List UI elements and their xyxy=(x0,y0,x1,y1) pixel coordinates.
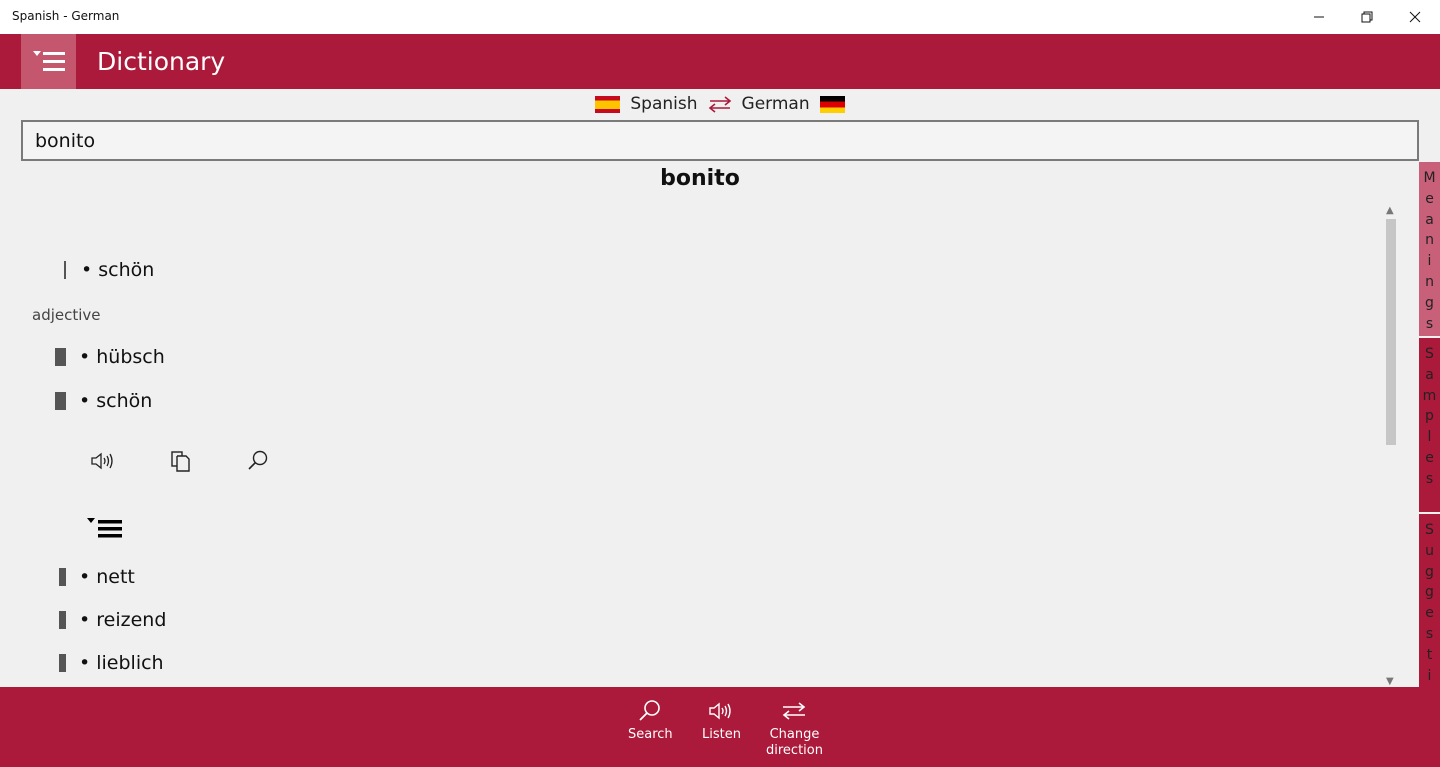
part-of-speech-label: adjective xyxy=(32,306,101,324)
scroll-up-arrow-icon[interactable]: ▲ xyxy=(1386,205,1394,216)
tab-letter: p xyxy=(1425,408,1434,425)
search-icon xyxy=(248,450,268,470)
tab-letter: i xyxy=(1427,253,1432,270)
list-item[interactable]: • hübsch xyxy=(55,346,165,368)
scroll-thumb[interactable] xyxy=(1386,219,1396,445)
hamburger-menu-button[interactable] xyxy=(21,34,76,89)
frequency-bar xyxy=(55,392,66,410)
listen-button[interactable]: Listen xyxy=(702,699,741,743)
target-language: German xyxy=(741,94,810,114)
translation-text: • hübsch xyxy=(79,346,165,368)
search-button-label: Search xyxy=(628,727,673,742)
swap-arrows-icon xyxy=(783,702,806,720)
tab-letter: n xyxy=(1425,232,1434,249)
change-direction-button[interactable]: Change direction xyxy=(766,699,823,759)
tab-letter: a xyxy=(1425,211,1434,228)
speaker-icon xyxy=(91,452,113,470)
restore-button[interactable] xyxy=(1344,0,1390,34)
change-direction-label-line2: direction xyxy=(766,743,823,758)
list-item[interactable]: • lieblich xyxy=(57,652,164,674)
frequency-bar xyxy=(55,348,66,366)
scroll-down-arrow-icon[interactable]: ▼ xyxy=(1386,676,1394,687)
change-direction-label-line1: Change xyxy=(769,727,820,742)
tab-letter: i xyxy=(1427,667,1432,684)
copy-icon xyxy=(171,451,190,472)
tab-letter: g xyxy=(1425,584,1434,601)
window-title: Spanish - German xyxy=(12,9,120,23)
minimize-icon xyxy=(1314,16,1324,18)
listen-button-label: Listen xyxy=(702,727,741,742)
tab-letter: n xyxy=(1425,273,1434,290)
list-item[interactable]: • schön xyxy=(55,390,152,412)
tab-letter: S xyxy=(1425,346,1434,362)
tab-letter: t xyxy=(1426,646,1433,663)
tab-suggestions[interactable]: S u g g e s t i o n s xyxy=(1419,514,1440,687)
tab-letter: m xyxy=(1422,387,1437,404)
tab-letter: e xyxy=(1425,190,1434,207)
tab-letter: s xyxy=(1425,315,1434,332)
list-item[interactable]: • schön xyxy=(60,259,154,281)
frequency-bar xyxy=(59,654,66,672)
tab-letter: u xyxy=(1425,542,1434,559)
minimize-button[interactable] xyxy=(1296,0,1342,34)
search-input[interactable] xyxy=(21,120,1419,161)
listen-button[interactable] xyxy=(88,447,116,475)
lookup-button[interactable] xyxy=(244,447,272,475)
restore-icon xyxy=(1361,11,1373,23)
translation-text: • schön xyxy=(79,390,153,412)
tab-letter: S xyxy=(1425,522,1434,538)
translation-text: • lieblich xyxy=(79,652,164,674)
entry-heading: bonito xyxy=(660,166,740,191)
tab-letter: e xyxy=(1425,605,1434,622)
spain-flag-icon xyxy=(595,95,621,113)
source-language: Spanish xyxy=(630,94,698,114)
tab-letter: g xyxy=(1425,563,1434,580)
list-item[interactable]: • reizend xyxy=(57,609,166,631)
tab-samples[interactable]: S a m p l e s xyxy=(1419,338,1440,512)
germany-flag-icon xyxy=(819,95,845,113)
search-button[interactable]: Search xyxy=(628,699,673,743)
expand-list-icon xyxy=(87,518,122,538)
frequency-bar xyxy=(59,611,66,629)
frequency-bar xyxy=(59,568,66,586)
translation-text: • schön xyxy=(81,259,155,281)
speaker-icon xyxy=(709,702,732,720)
translation-text: • reizend xyxy=(79,609,167,631)
bottom-app-bar: Search Listen Change direction xyxy=(0,687,1440,767)
tab-letter: e xyxy=(1425,449,1434,466)
swap-arrows-icon[interactable] xyxy=(708,94,732,114)
frequency-bar xyxy=(64,261,66,279)
list-item[interactable]: • nett xyxy=(57,566,135,588)
search-icon xyxy=(639,700,661,721)
content-scrollbar[interactable]: ▲ ▼ xyxy=(1382,205,1400,687)
translation-text: • nett xyxy=(79,566,135,588)
copy-button[interactable] xyxy=(166,447,194,475)
close-button[interactable] xyxy=(1392,0,1438,34)
tab-letter: g xyxy=(1425,294,1434,311)
tab-meanings[interactable]: M e a n i n g s xyxy=(1419,162,1440,336)
app-header: Dictionary xyxy=(0,34,1440,89)
tab-letter: M xyxy=(1423,170,1436,186)
page-title: Dictionary xyxy=(97,47,226,76)
tab-letter: s xyxy=(1425,625,1434,642)
tab-letter: a xyxy=(1425,366,1434,383)
window-titlebar: Spanish - German xyxy=(0,0,1440,34)
expand-list-button[interactable] xyxy=(86,514,126,542)
tab-letter: s xyxy=(1425,470,1434,487)
close-icon xyxy=(1409,11,1421,23)
hamburger-menu-icon xyxy=(32,50,65,71)
tab-letter: l xyxy=(1427,429,1432,446)
language-selector[interactable]: Spanish German xyxy=(0,89,1440,119)
